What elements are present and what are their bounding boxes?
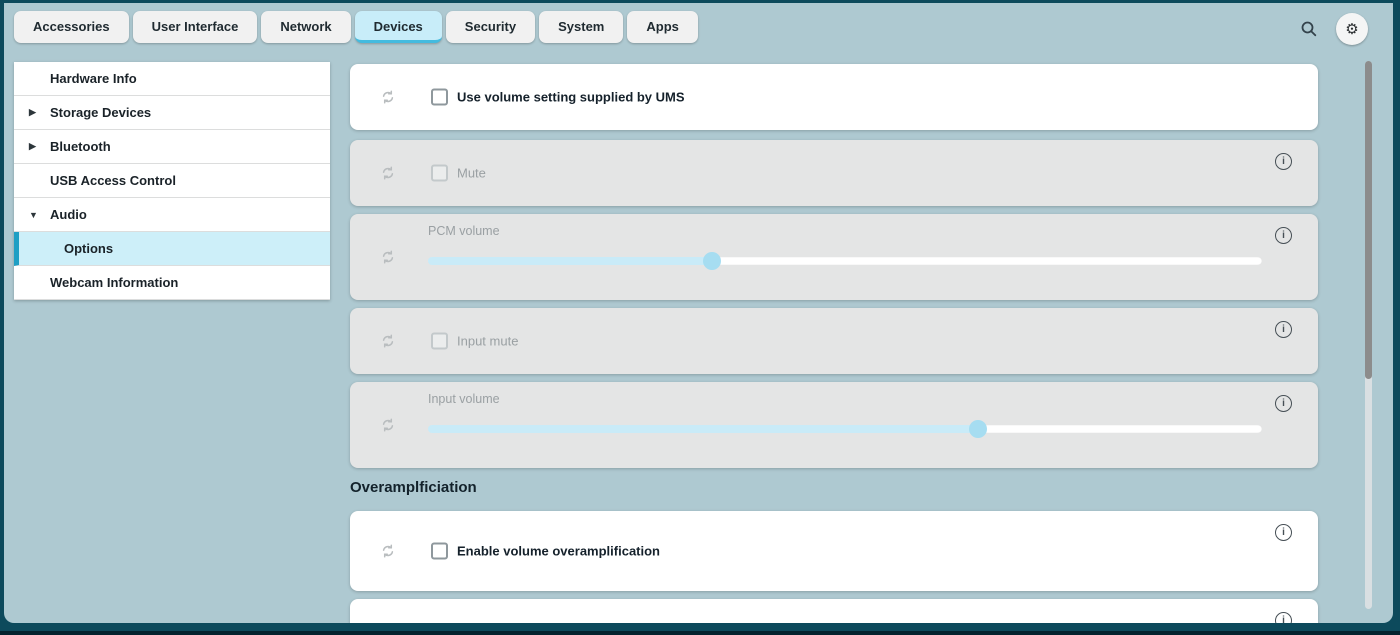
slider[interactable] <box>428 425 1262 433</box>
slider-fill <box>428 425 978 433</box>
tab-label: Devices <box>374 19 423 34</box>
slider-thumb[interactable] <box>703 252 721 270</box>
reset-icon[interactable] <box>380 333 396 349</box>
sidebar-item-label: Audio <box>50 207 87 222</box>
reset-icon[interactable] <box>380 89 396 105</box>
slider-fill <box>428 257 712 265</box>
settings-panel: Use volume setting supplied by UMS Mute … <box>350 64 1318 623</box>
sidebar-item-label: Bluetooth <box>50 139 111 154</box>
tab-label: Apps <box>646 19 679 34</box>
checkbox-label: Enable volume overamplification <box>457 544 660 559</box>
section-heading: Overamplficiation <box>350 477 1318 499</box>
setting-card: Input volume i <box>350 382 1318 468</box>
search-icon <box>1300 20 1318 38</box>
sidebar-item-hardware-info[interactable]: Hardware Info <box>14 62 330 96</box>
info-icon[interactable]: i <box>1275 153 1292 170</box>
tab-label: Accessories <box>33 19 110 34</box>
tab-user-interface[interactable]: User Interface <box>133 11 258 43</box>
sidebar-item-label: Storage Devices <box>50 105 151 120</box>
reset-icon[interactable] <box>380 417 396 433</box>
sidebar-item-label: Options <box>64 241 113 256</box>
tab-label: System <box>558 19 604 34</box>
sidebar-item-storage-devices[interactable]: ▶ Storage Devices <box>14 96 330 130</box>
slider[interactable] <box>428 257 1262 265</box>
info-icon[interactable]: i <box>1275 227 1292 244</box>
sidebar-item-bluetooth[interactable]: ▶ Bluetooth <box>14 130 330 164</box>
search-button[interactable] <box>1296 16 1322 42</box>
info-icon[interactable]: i <box>1275 321 1292 338</box>
tab-label: Security <box>465 19 516 34</box>
reset-icon[interactable] <box>380 249 396 265</box>
checkbox[interactable] <box>431 89 448 106</box>
slider-label: PCM volume <box>428 224 500 238</box>
checkbox-label: Use volume setting supplied by UMS <box>457 90 685 105</box>
tab-system[interactable]: System <box>539 11 623 43</box>
checkbox-label: Mute <box>457 166 486 181</box>
scrollbar-track[interactable] <box>1365 61 1372 609</box>
setting-card: Use volume setting supplied by UMS <box>350 64 1318 130</box>
sidebar-item-label: USB Access Control <box>50 173 176 188</box>
setting-card: Mute i <box>350 140 1318 206</box>
sidebar-item-webcam-information[interactable]: Webcam Information <box>14 266 330 300</box>
gear-icon: ⚙ <box>1345 22 1358 37</box>
sidebar-item-label: Hardware Info <box>50 71 137 86</box>
checkbox[interactable] <box>431 165 448 182</box>
header-icons: ⚙ <box>1296 13 1368 45</box>
setting-card: Enable volume overamplification i <box>350 511 1318 591</box>
sidebar-item-audio[interactable]: ▼ Audio <box>14 198 330 232</box>
tree-arrow-icon: ▼ <box>29 210 38 220</box>
tab-security[interactable]: Security <box>446 11 535 43</box>
info-icon[interactable]: i <box>1275 612 1292 623</box>
tree-arrow-icon: ▶ <box>29 107 36 118</box>
tab-apps[interactable]: Apps <box>627 11 698 43</box>
info-icon[interactable]: i <box>1275 395 1292 412</box>
reset-icon[interactable] <box>380 165 396 181</box>
tab-accessories[interactable]: Accessories <box>14 11 129 43</box>
tab-network[interactable]: Network <box>261 11 350 43</box>
tab-label: Network <box>280 19 331 34</box>
settings-button[interactable]: ⚙ <box>1336 13 1368 45</box>
checkbox-label: Input mute <box>457 334 518 349</box>
reset-icon[interactable] <box>380 543 396 559</box>
sidebar-item-label: Webcam Information <box>50 275 178 290</box>
sidebar-item-usb-access-control[interactable]: USB Access Control <box>14 164 330 198</box>
tab-label: User Interface <box>152 19 239 34</box>
sidebar-item-options[interactable]: Options <box>14 232 330 266</box>
slider-thumb[interactable] <box>969 420 987 438</box>
window-frame-edge <box>0 631 1400 635</box>
setting-card: PCM volume i <box>350 214 1318 300</box>
tree-arrow-icon: ▶ <box>29 141 36 152</box>
checkbox[interactable] <box>431 543 448 560</box>
scrollbar-thumb[interactable] <box>1365 61 1372 379</box>
checkbox[interactable] <box>431 333 448 350</box>
info-icon[interactable]: i <box>1275 524 1292 541</box>
setting-card-partial: i <box>350 599 1318 623</box>
sidebar: Hardware Info ▶ Storage Devices ▶ Blueto… <box>14 62 330 300</box>
tab-devices[interactable]: Devices <box>355 11 442 43</box>
window-content: Accessories User Interface Network Devices S… <box>4 3 1393 623</box>
slider-label: Input volume <box>428 392 500 406</box>
tab-bar: Accessories User Interface Network Devices S… <box>14 11 698 43</box>
setting-card: Input mute i <box>350 308 1318 374</box>
